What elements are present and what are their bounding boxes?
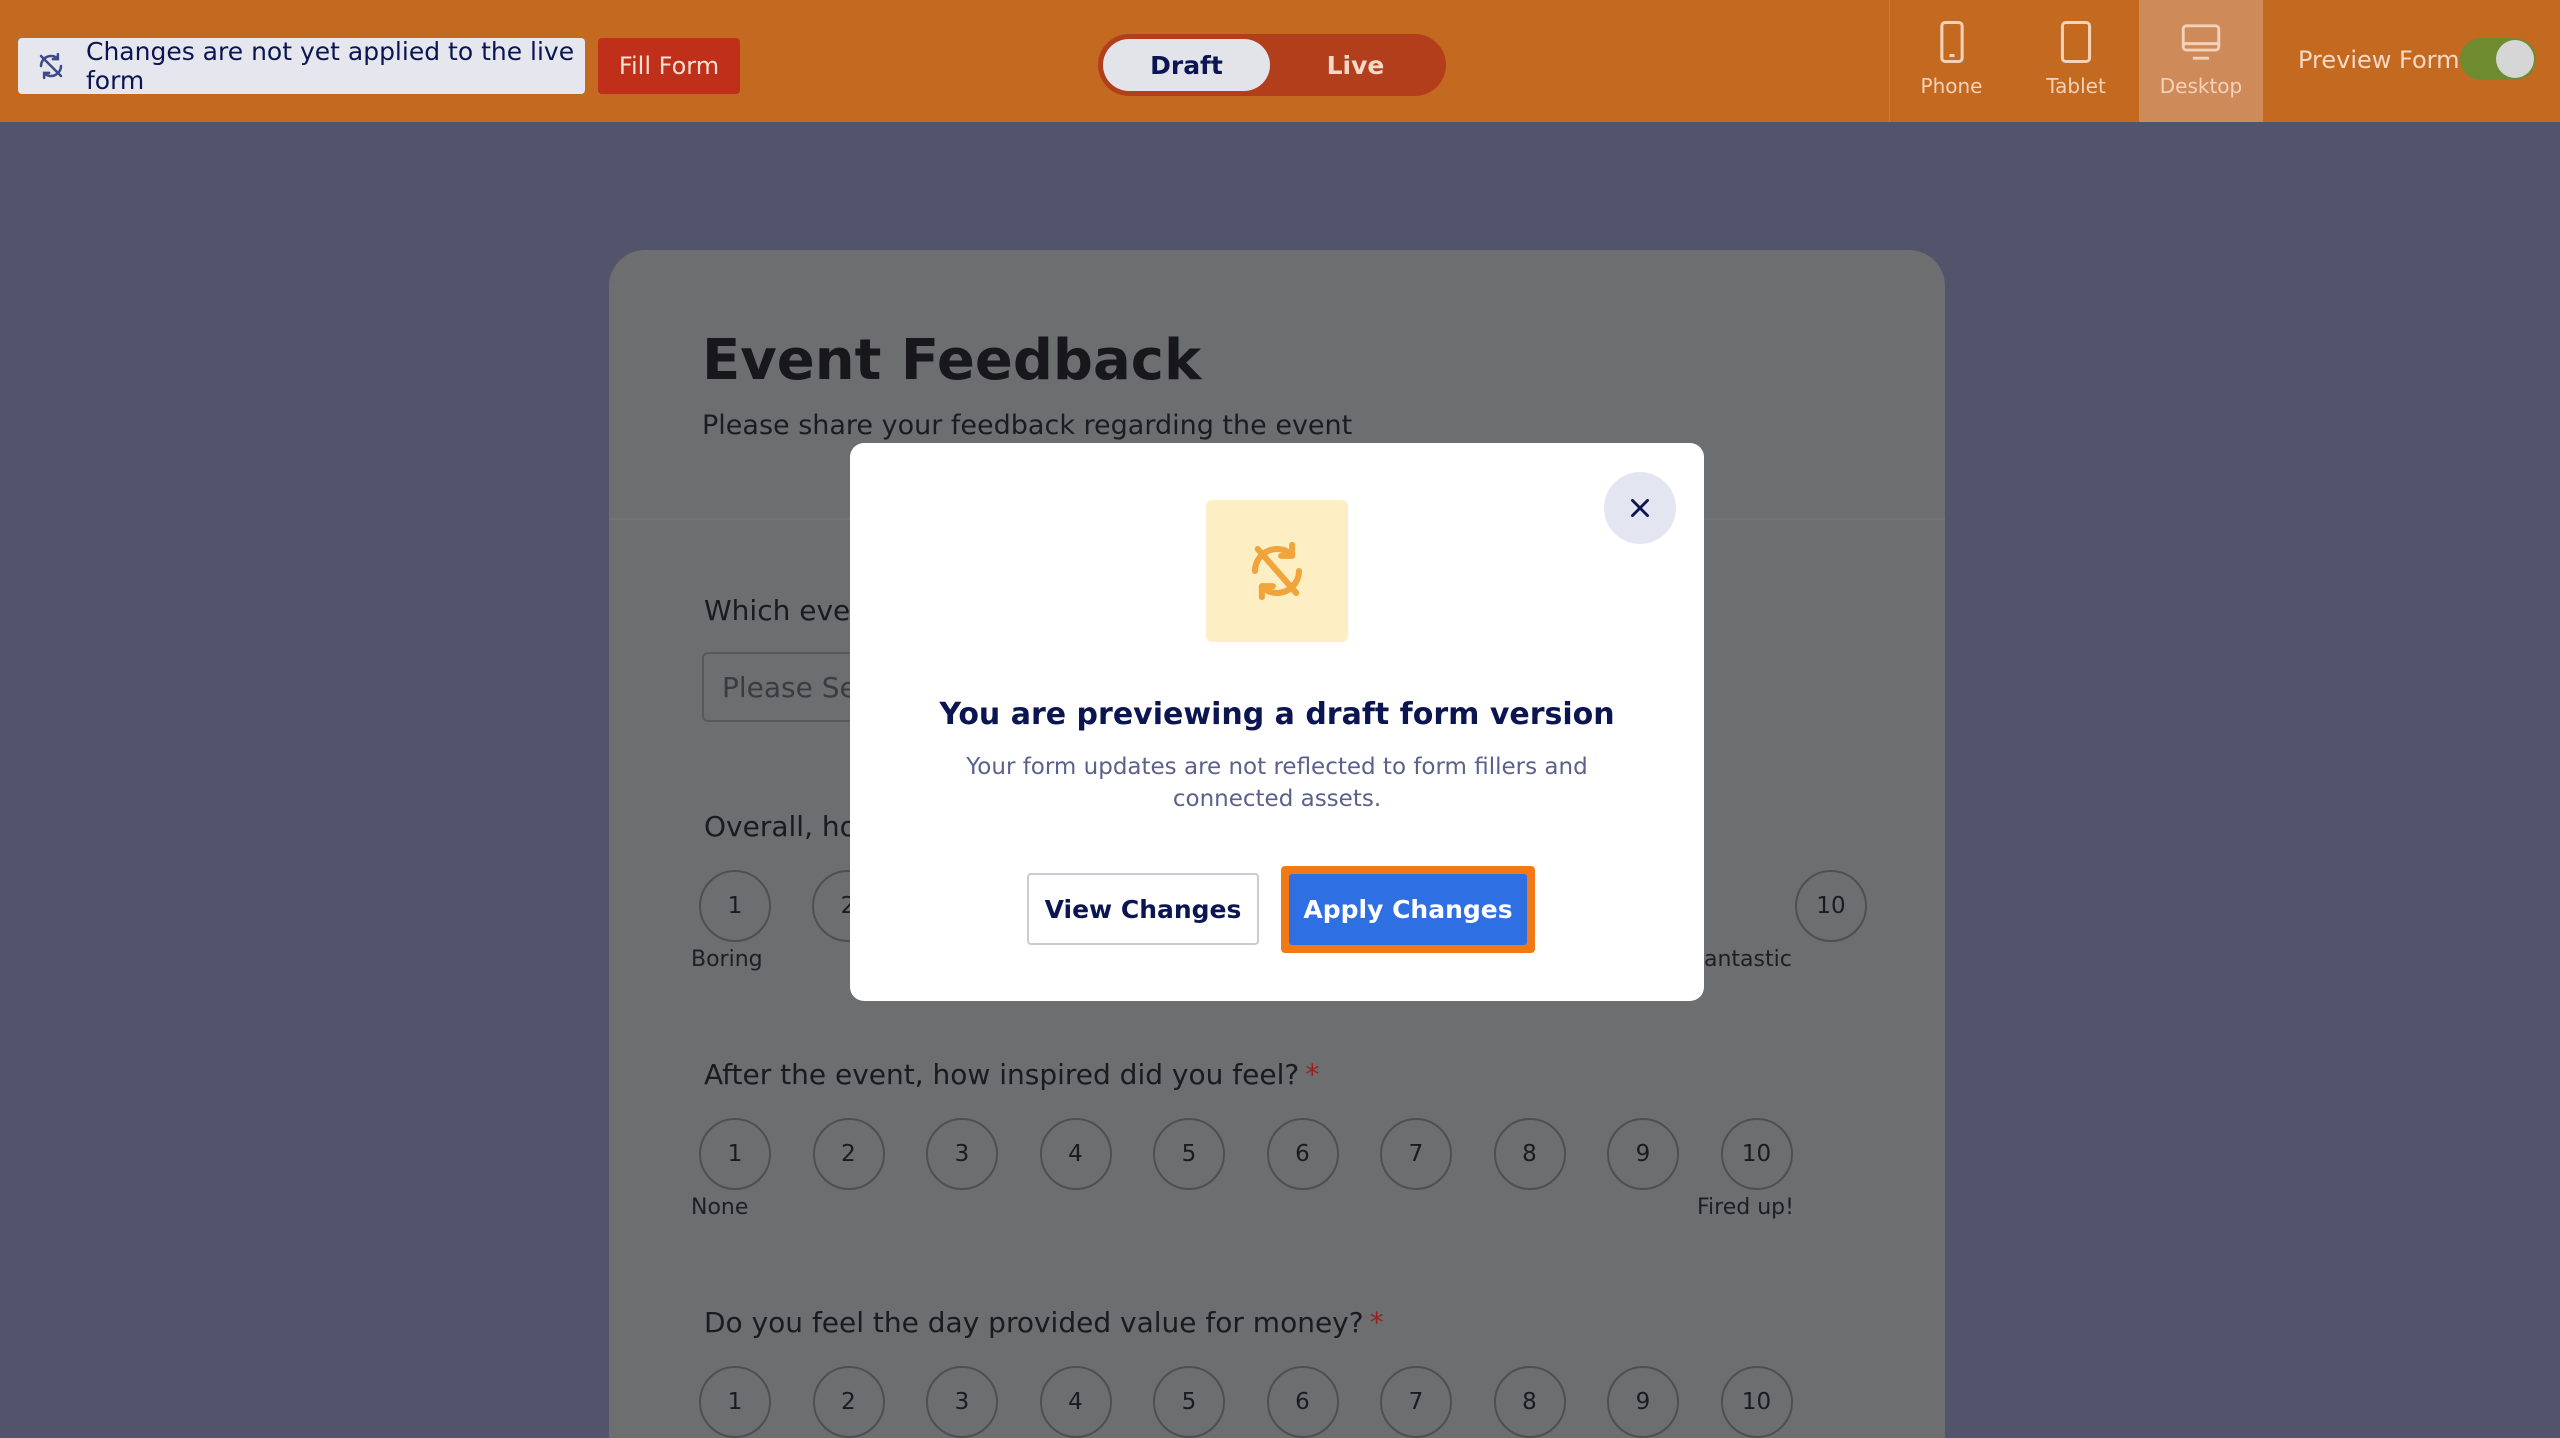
dialog-title: You are previewing a draft form version bbox=[939, 697, 1615, 732]
device-desktop-button[interactable]: Desktop bbox=[2139, 0, 2263, 122]
required-marker: * bbox=[1369, 1306, 1384, 1339]
rating-overall-max-caption: antastic bbox=[1704, 947, 1792, 972]
draft-notice: Changes are not yet applied to the live … bbox=[18, 37, 585, 95]
rating-inspired-option[interactable]: 2 bbox=[812, 1118, 885, 1190]
required-marker: * bbox=[1305, 1058, 1320, 1091]
tablet-icon bbox=[2060, 21, 2092, 63]
sync-off-icon bbox=[1251, 541, 1303, 601]
rating-inspired-max-caption: Fired up! bbox=[1697, 1195, 1794, 1220]
rating-value-option[interactable]: 7 bbox=[1380, 1366, 1452, 1438]
rating-overall-min-caption: Boring bbox=[691, 947, 763, 972]
rating-overall-option[interactable]: 1 bbox=[699, 870, 771, 942]
rating-value-option[interactable]: 4 bbox=[1039, 1366, 1112, 1438]
phone-icon bbox=[1939, 21, 1964, 63]
draft-live-switch: Draft Live bbox=[1098, 34, 1446, 96]
device-phone-button[interactable]: Phone bbox=[1889, 0, 2013, 122]
rating-value-option[interactable]: 8 bbox=[1493, 1366, 1566, 1438]
rating-value-option[interactable]: 2 bbox=[812, 1366, 885, 1438]
form-title: Event Feedback bbox=[702, 328, 1202, 393]
preview-form-toggle[interactable] bbox=[2460, 38, 2536, 80]
rating-inspired-option[interactable]: 4 bbox=[1039, 1118, 1112, 1190]
device-tablet-label: Tablet bbox=[2046, 74, 2106, 98]
top-bar: Changes are not yet applied to the live … bbox=[0, 0, 2560, 122]
question-event-label: Which even bbox=[704, 594, 869, 627]
view-changes-button[interactable]: View Changes bbox=[1027, 873, 1259, 945]
rating-value: 1 2 3 4 5 6 7 8 9 10 bbox=[691, 1366, 1871, 1438]
rating-overall-option[interactable]: 10 bbox=[1795, 870, 1867, 942]
device-tablet-button[interactable]: Tablet bbox=[2014, 0, 2138, 122]
question-inspired-text: After the event, how inspired did you fe… bbox=[704, 1058, 1300, 1091]
rating-inspired-option[interactable]: 7 bbox=[1380, 1118, 1452, 1190]
close-dialog-button[interactable] bbox=[1604, 472, 1676, 544]
rating-inspired-option[interactable]: 1 bbox=[699, 1118, 771, 1190]
rating-inspired-option[interactable]: 5 bbox=[1153, 1118, 1225, 1190]
draft-preview-dialog: You are previewing a draft form version … bbox=[850, 443, 1704, 1001]
form-subtitle: Please share your feedback regarding the… bbox=[702, 410, 1353, 441]
apply-changes-button[interactable]: Apply Changes bbox=[1289, 874, 1527, 945]
mode-live-tab[interactable]: Live bbox=[1272, 39, 1439, 91]
fill-form-button[interactable]: Fill Form bbox=[598, 38, 740, 94]
sync-off-icon bbox=[36, 51, 66, 81]
rating-value-option[interactable]: 3 bbox=[926, 1366, 998, 1438]
question-inspired-label: After the event, how inspired did you fe… bbox=[704, 1058, 1319, 1091]
rating-inspired-option[interactable]: 10 bbox=[1720, 1118, 1793, 1190]
rating-value-option[interactable]: 9 bbox=[1607, 1366, 1679, 1438]
draft-sync-badge bbox=[1206, 500, 1348, 642]
question-value-label: Do you feel the day provided value for m… bbox=[704, 1306, 1384, 1339]
rating-inspired: 1 2 3 4 5 6 7 8 9 10 bbox=[691, 1118, 1871, 1192]
rating-value-option[interactable]: 5 bbox=[1153, 1366, 1225, 1438]
draft-notice-text: Changes are not yet applied to the live … bbox=[86, 37, 575, 95]
rating-value-option[interactable]: 1 bbox=[699, 1366, 771, 1438]
preview-form-label: Preview Form bbox=[2298, 46, 2460, 74]
rating-value-option[interactable]: 6 bbox=[1266, 1366, 1339, 1438]
rating-value-option[interactable]: 10 bbox=[1720, 1366, 1793, 1438]
device-phone-label: Phone bbox=[1920, 74, 1983, 98]
question-value-text: Do you feel the day provided value for m… bbox=[704, 1306, 1364, 1339]
mode-draft-tab[interactable]: Draft bbox=[1103, 39, 1270, 91]
device-desktop-label: Desktop bbox=[2159, 74, 2243, 98]
rating-inspired-option[interactable]: 8 bbox=[1493, 1118, 1566, 1190]
rating-inspired-option[interactable]: 6 bbox=[1266, 1118, 1339, 1190]
desktop-icon bbox=[2181, 24, 2221, 60]
question-overall-label: Overall, ho bbox=[704, 810, 857, 843]
dialog-description: Your form updates are not reflected to f… bbox=[966, 754, 1588, 812]
close-icon bbox=[1631, 499, 1649, 517]
rating-inspired-option[interactable]: 9 bbox=[1607, 1118, 1679, 1190]
toggle-knob bbox=[2496, 40, 2534, 78]
rating-inspired-min-caption: None bbox=[691, 1195, 749, 1220]
rating-inspired-option[interactable]: 3 bbox=[926, 1118, 998, 1190]
